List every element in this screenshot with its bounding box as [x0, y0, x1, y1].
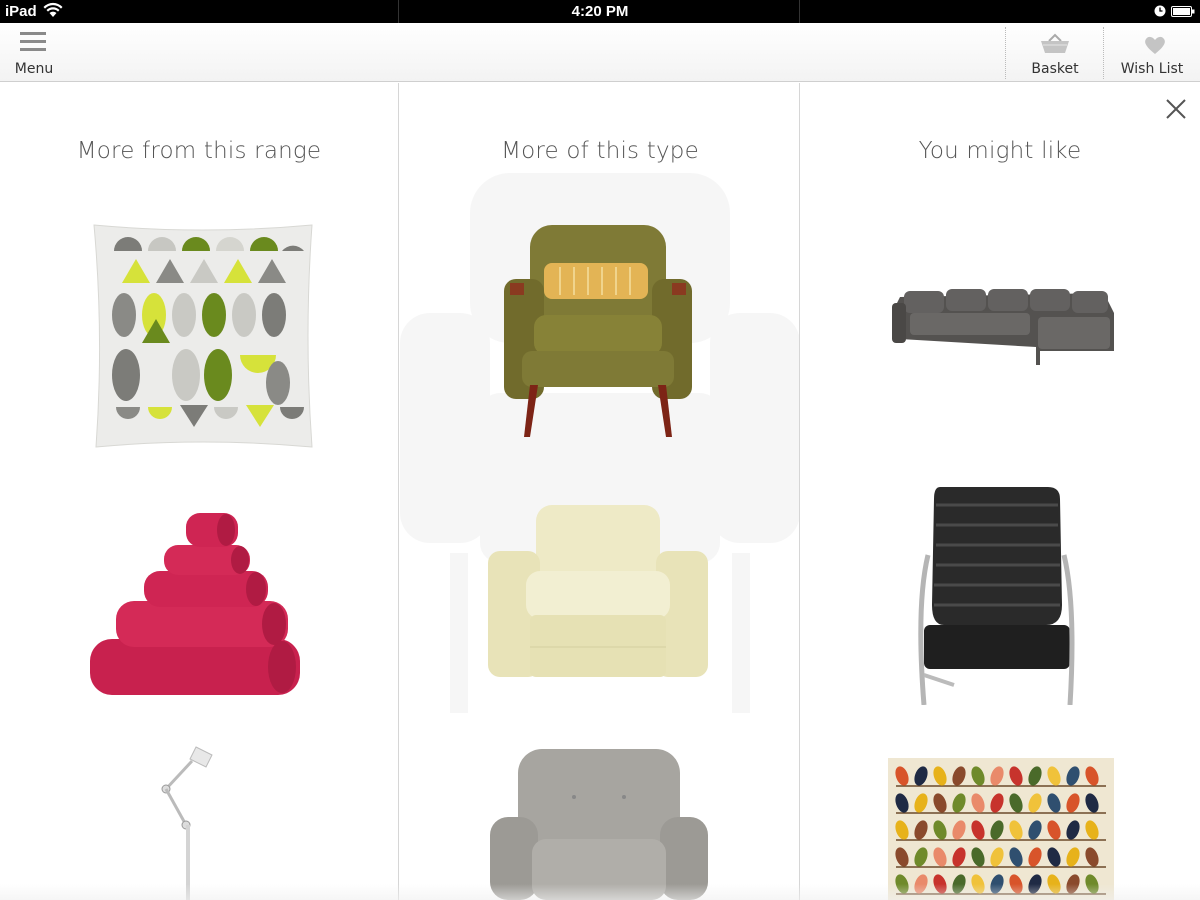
grey-armchair-image — [490, 749, 708, 900]
wishlist-button[interactable]: Wish List — [1104, 23, 1200, 81]
menu-button[interactable]: Menu — [6, 23, 62, 81]
heart-icon — [1145, 36, 1165, 54]
basket-button[interactable]: Basket — [1007, 23, 1103, 81]
wishlist-label: Wish List — [1120, 61, 1184, 77]
product-tile[interactable] — [488, 747, 710, 900]
close-icon[interactable] — [1164, 97, 1188, 121]
green-armchair-image — [504, 225, 692, 437]
recommendations-panel: More from this range More of this type Y… — [0, 83, 1200, 900]
clock-icon — [1154, 5, 1166, 17]
patterned-cushion-image — [93, 224, 313, 448]
basket-label: Basket — [1031, 61, 1079, 77]
product-tile[interactable] — [500, 223, 696, 441]
hamburger-menu-icon — [20, 32, 46, 51]
scroll-fade — [0, 884, 1200, 900]
product-tile[interactable] — [890, 287, 1120, 369]
pink-towel-stack-image — [90, 513, 300, 695]
product-tile[interactable] — [888, 758, 1114, 900]
column-title-suggestions: You might like — [918, 138, 1082, 164]
basket-icon — [1041, 33, 1069, 53]
product-tile[interactable] — [914, 485, 1078, 705]
product-tile[interactable] — [156, 745, 216, 900]
product-tile[interactable] — [88, 511, 304, 699]
nav-separator — [1005, 27, 1006, 79]
column-divider — [398, 83, 399, 900]
column-divider — [799, 83, 800, 900]
cream-armchair-image — [488, 505, 708, 677]
status-bar: iPad 4:20 PM — [0, 0, 1200, 23]
battery-icon — [1171, 6, 1195, 17]
black-leather-lounge-chair-image — [918, 487, 1075, 705]
multicolour-leaf-rug-image — [888, 758, 1114, 900]
top-navigation-bar: Menu Basket Wish List — [0, 23, 1200, 82]
product-tile[interactable] — [486, 503, 710, 679]
grey-corner-sofa-image — [892, 289, 1114, 365]
white-floor-lamp-image — [161, 746, 213, 900]
column-title-range: More from this range — [76, 138, 322, 164]
status-time: 4:20 PM — [571, 3, 629, 20]
product-tile[interactable] — [92, 223, 314, 449]
menu-label: Menu — [14, 61, 54, 77]
column-title-type: More of this type — [501, 138, 699, 164]
